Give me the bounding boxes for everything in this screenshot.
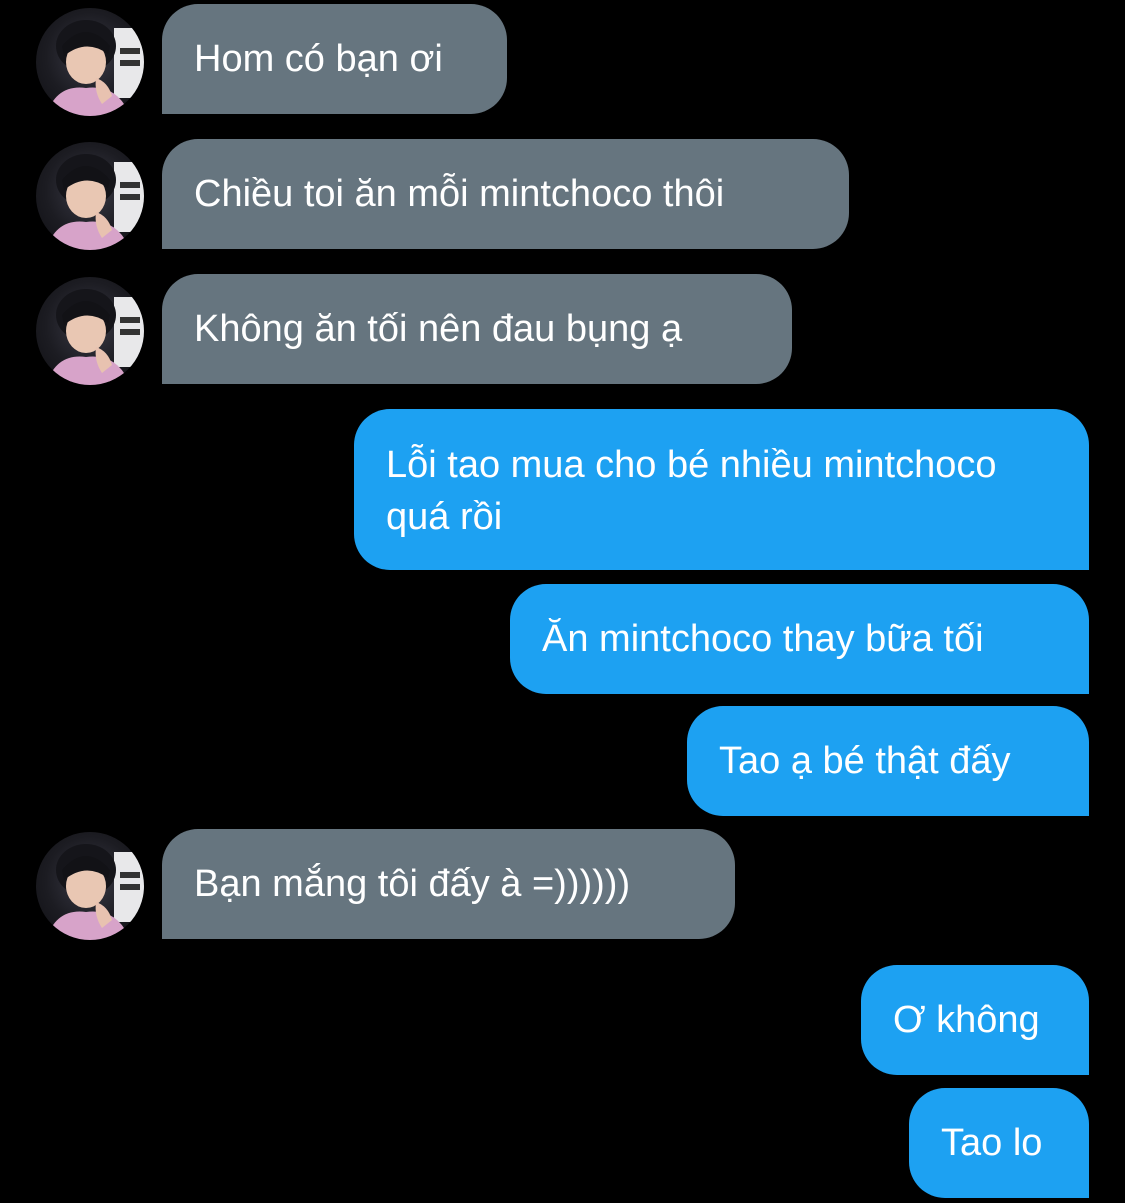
contact-avatar[interactable]	[36, 277, 144, 385]
contact-avatar[interactable]	[36, 8, 144, 116]
outgoing-message-bubble[interactable]: Lỗi tao mua cho bé nhiều mintchoco quá r…	[354, 409, 1089, 570]
incoming-message-bubble[interactable]: Chiều toi ăn mỗi mintchoco thôi	[162, 139, 849, 249]
avatar-image	[46, 20, 144, 116]
outgoing-message-bubble[interactable]: Ăn mintchoco thay bữa tối	[510, 584, 1089, 694]
outgoing-message-bubble[interactable]: Ơ không	[861, 965, 1089, 1075]
incoming-message-bubble[interactable]: Hom có bạn ơi	[162, 4, 507, 114]
avatar-image	[46, 844, 144, 940]
contact-avatar[interactable]	[36, 142, 144, 250]
avatar-image	[46, 154, 144, 250]
avatar-image	[46, 289, 144, 385]
outgoing-message-bubble[interactable]: Tao lo	[909, 1088, 1089, 1198]
incoming-message-bubble[interactable]: Bạn mắng tôi đấy à =))))))	[162, 829, 735, 939]
outgoing-message-bubble[interactable]: Tao ạ bé thật đấy	[687, 706, 1089, 816]
incoming-message-bubble[interactable]: Không ăn tối nên đau bụng ạ	[162, 274, 792, 384]
contact-avatar[interactable]	[36, 832, 144, 940]
